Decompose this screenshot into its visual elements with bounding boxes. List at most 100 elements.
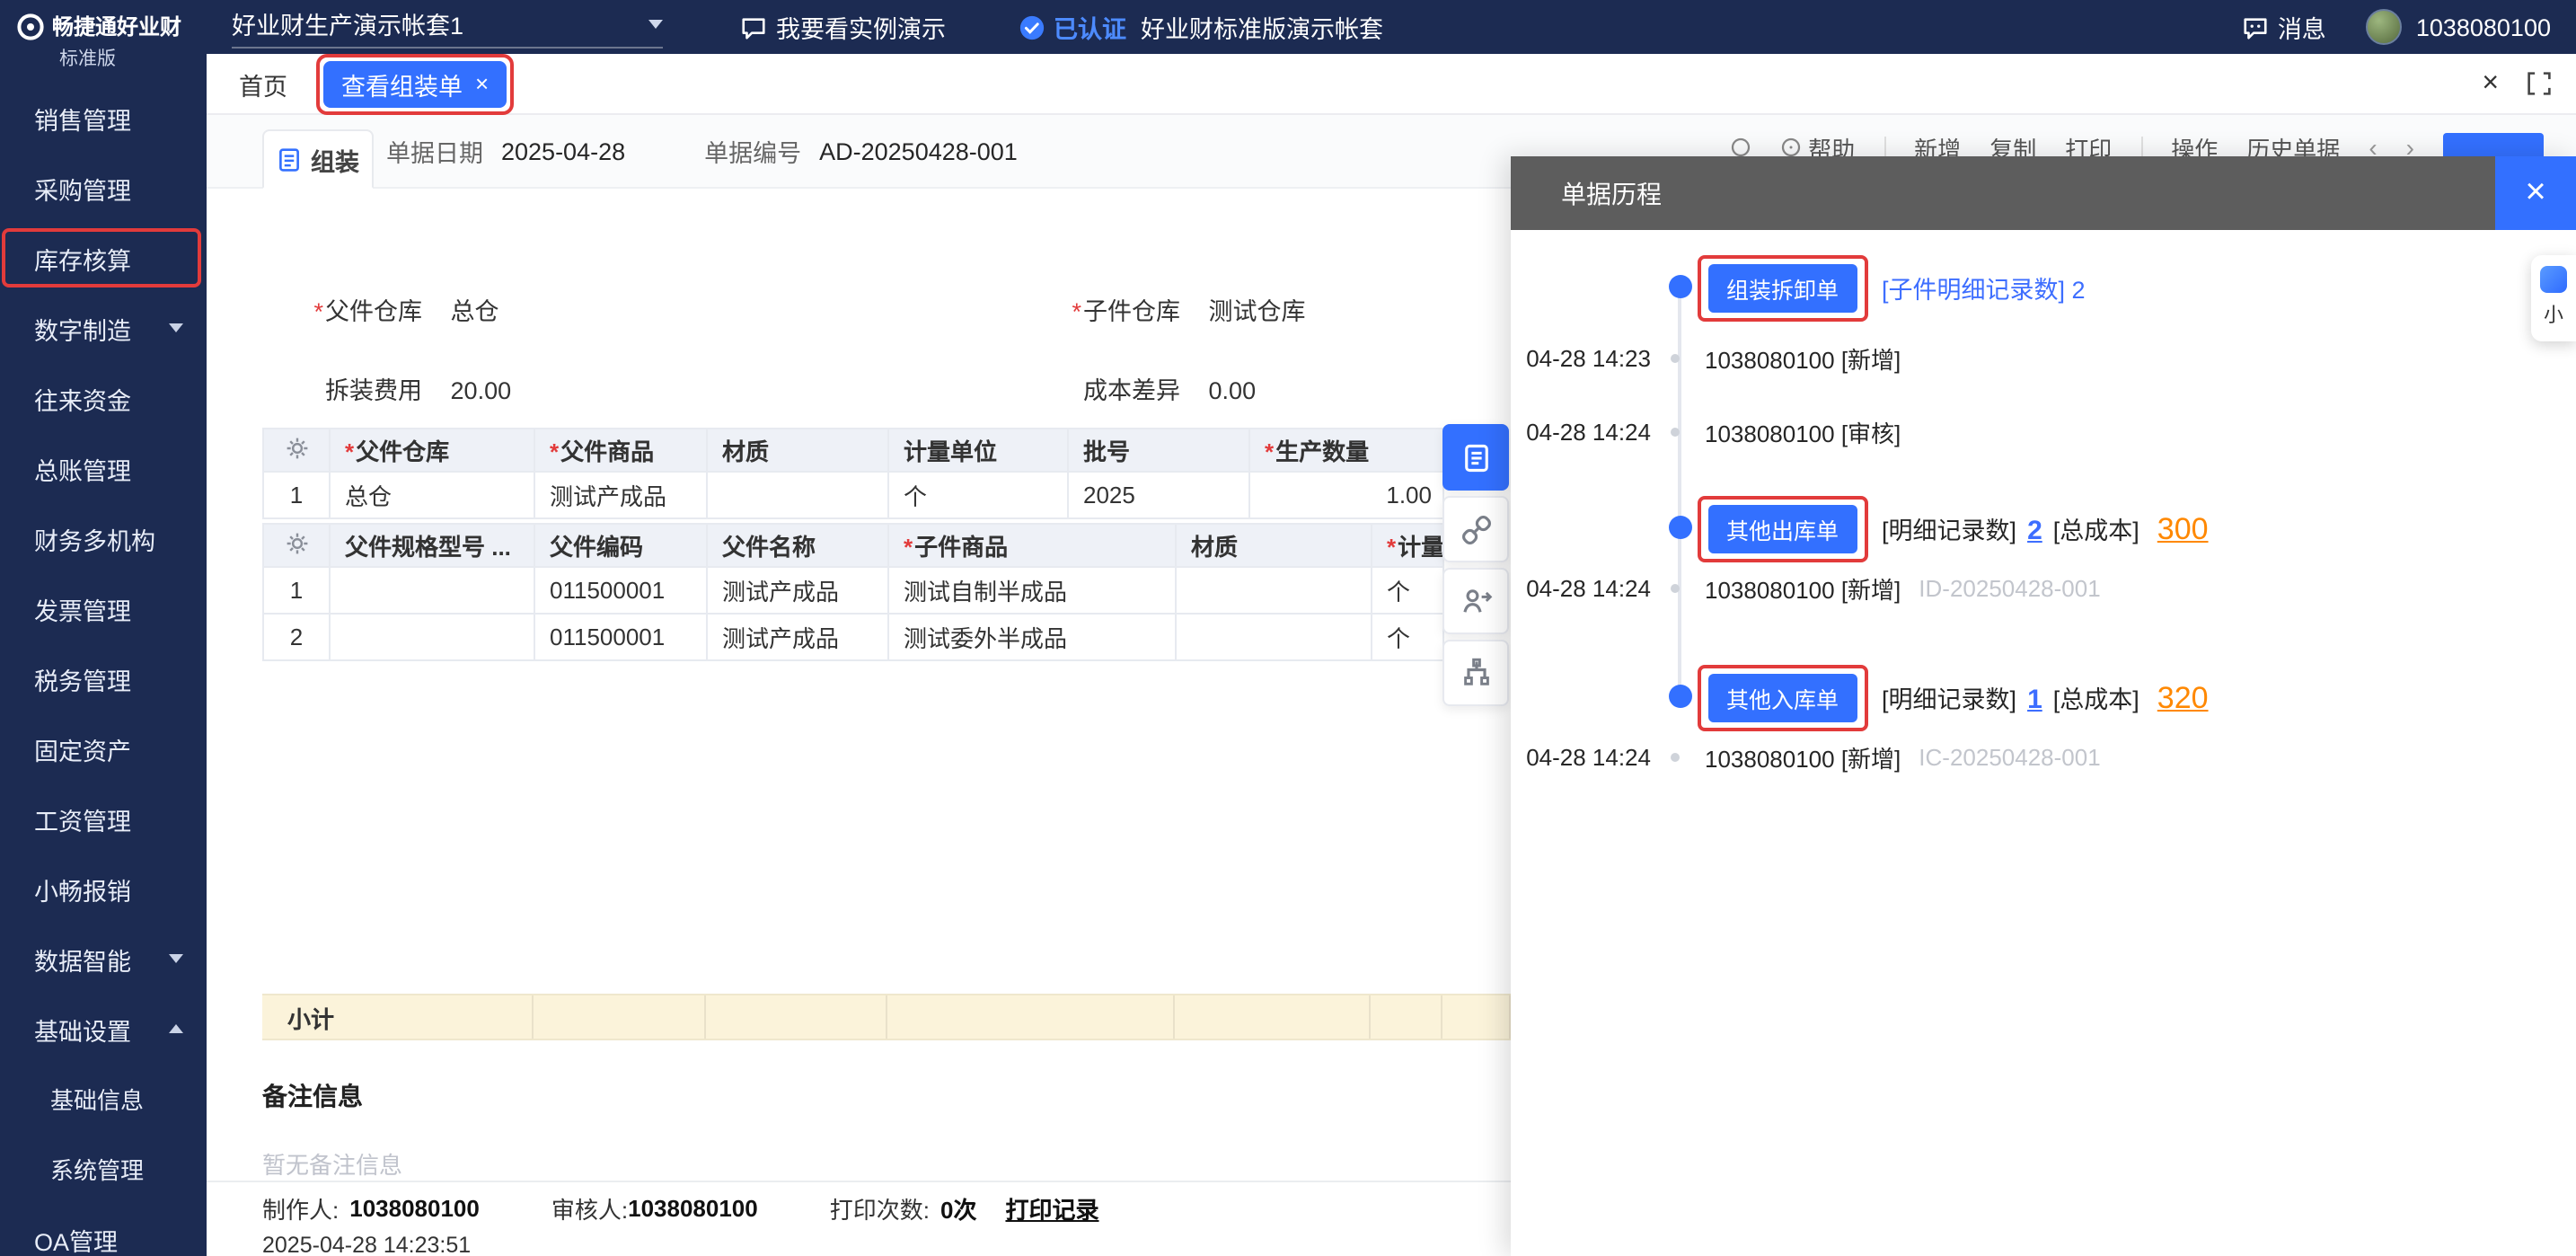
timeline-dot xyxy=(1669,516,1692,539)
sidebar-item-invoice[interactable]: 发票管理 xyxy=(0,573,207,643)
disassembly-fee-field[interactable]: 拆装费用 20.00 xyxy=(293,370,511,406)
other-inbound-order-badge[interactable]: 其他入库单 xyxy=(1708,673,1857,721)
doc-date-label: 单据日期 xyxy=(386,133,483,169)
related-doc-no: ID-20250428-001 xyxy=(1919,574,2100,601)
panel-close-button[interactable]: × xyxy=(2495,156,2576,230)
table-row[interactable]: 1 011500001 测试产成品 测试自制半成品 个 xyxy=(263,567,1443,614)
child-warehouse-field[interactable]: *子件仓库 测试仓库 xyxy=(1051,291,1306,327)
column-header-parent-item: *父件商品 xyxy=(534,429,707,472)
link-icon[interactable] xyxy=(1442,496,1509,562)
sidebar-item-current-funds[interactable]: 往来资金 xyxy=(0,363,207,433)
sidebar-item-purchase[interactable]: 采购管理 xyxy=(0,153,207,223)
child-warehouse-value: 测试仓库 xyxy=(1209,298,1306,325)
doc-date-value: 2025-04-28 xyxy=(501,137,625,164)
cost-diff-value: 0.00 xyxy=(1209,377,1257,404)
sidebar-item-sales[interactable]: 销售管理 xyxy=(0,83,207,153)
history-entry-assembly: 组装拆卸单 [子件明细记录数] 2 xyxy=(1708,266,2086,309)
document-icon xyxy=(277,146,302,172)
sidebar-item-inventory-accounting[interactable]: 库存核算 xyxy=(0,223,207,293)
column-header-material: 材质 xyxy=(707,429,888,472)
message-icon xyxy=(2242,13,2269,40)
table-row[interactable]: 2 011500001 测试产成品 测试委外半成品 个 xyxy=(263,614,1443,660)
chevron-down-icon xyxy=(169,954,183,963)
sidebar-item-basic-info[interactable]: 基础信息 xyxy=(0,1064,207,1134)
required-asterisk: * xyxy=(313,298,323,325)
detail-count-link[interactable]: 2 xyxy=(2027,515,2042,545)
fullscreen-icon[interactable] xyxy=(2527,72,2551,95)
sidebar-item-oa[interactable]: OA管理 xyxy=(0,1204,207,1256)
parent-item-table: *父件仓库 *父件商品 材质 计量单位 批号 *生产数量 1 总仓 测试产成品 … xyxy=(262,428,1444,519)
total-cost-link[interactable]: 320 xyxy=(2157,680,2209,716)
close-all-tabs-icon[interactable]: × xyxy=(2482,67,2499,100)
timeline-dot xyxy=(1669,275,1692,298)
tab-close-icon[interactable]: × xyxy=(475,72,489,95)
column-header-batch: 批号 xyxy=(1068,429,1249,472)
column-header-child-item: *子件商品 xyxy=(888,524,1176,567)
chevron-down-icon xyxy=(169,323,183,332)
child-detail-count-link[interactable]: [子件明细记录数] 2 xyxy=(1882,270,2086,305)
tab-home[interactable]: 首页 xyxy=(239,66,287,102)
log-dot-icon xyxy=(1671,752,1680,761)
sidebar-item-expense[interactable]: 小畅报销 xyxy=(0,854,207,924)
history-log: 04-28 14:23 1038080100 [新增] xyxy=(1511,343,2576,372)
print-log-link[interactable]: 打印记录 xyxy=(1005,1191,1098,1225)
speech-bubble-icon xyxy=(740,13,767,40)
topbar: 好业财生产演示帐套1 我要看实例演示 已认证 好业财标准版演示帐套 消息 xyxy=(207,0,2576,54)
flow-icon[interactable] xyxy=(1442,640,1509,706)
sidebar-item-fixed-assets[interactable]: 固定资产 xyxy=(0,713,207,783)
print-count-value: 0次 xyxy=(940,1191,976,1225)
maker-label: 制作人: xyxy=(262,1191,339,1225)
sidebar-item-payroll[interactable]: 工资管理 xyxy=(0,783,207,854)
detail-count-link[interactable]: 1 xyxy=(2027,684,2042,714)
doc-history-icon[interactable] xyxy=(1442,424,1509,491)
brand-logo-icon xyxy=(16,12,45,40)
assistant-widget[interactable]: 小 xyxy=(2531,255,2576,341)
required-asterisk: * xyxy=(1072,298,1081,325)
column-header-production-qty: *生产数量 xyxy=(1249,429,1443,472)
tab-assembly[interactable]: 组装 xyxy=(262,129,374,189)
sidebar-item-digital-manufacturing[interactable]: 数字制造 xyxy=(0,293,207,363)
chevron-down-icon xyxy=(648,19,663,28)
related-doc-no: IC-20250428-001 xyxy=(1919,743,2100,770)
account-set-dropdown[interactable]: 好业财生产演示帐套1 xyxy=(232,5,663,49)
sidebar-item-tax[interactable]: 税务管理 xyxy=(0,643,207,713)
logo-block: 畅捷通好业财 标准版 xyxy=(0,0,207,75)
table-row[interactable]: 1 总仓 测试产成品 个 2025 1.00 xyxy=(263,472,1443,518)
sidebar-item-finance-multi-org[interactable]: 财务多机构 xyxy=(0,503,207,573)
history-entry-outbound: 其他出库单 [明细记录数] 2 [总成本] 300 xyxy=(1708,507,2209,550)
table-header-row: 父件规格型号 ... 父件编码 父件名称 *子件商品 材质 *计量 xyxy=(263,524,1443,567)
column-settings-gear-icon[interactable] xyxy=(263,524,330,567)
certified-icon xyxy=(1018,13,1045,40)
sidebar-item-basic-settings[interactable]: 基础设置 xyxy=(0,994,207,1064)
subtotal-row: 小计 xyxy=(262,994,1511,1040)
brand-edition: 标准版 xyxy=(59,45,192,72)
doc-history-panel: 单据历程 × 组装拆卸单 [子件明细记录数] 2 04-28 14:23 103… xyxy=(1511,156,2576,1256)
panel-body: 组装拆卸单 [子件明细记录数] 2 04-28 14:23 1038080100… xyxy=(1511,230,2576,1256)
parent-warehouse-field[interactable]: *父件仓库 总仓 xyxy=(293,291,499,327)
avatar[interactable] xyxy=(2366,9,2402,45)
assembly-order-badge[interactable]: 组装拆卸单 xyxy=(1708,263,1857,312)
column-header-unit: *计量 xyxy=(1372,524,1443,567)
subtotal-label: 小计 xyxy=(262,995,534,1039)
app-window: 畅捷通好业财 标准版 销售管理 采购管理 库存核算 数字制造 往来资金 总账管理… xyxy=(0,0,2576,1256)
log-dot-icon xyxy=(1671,583,1680,592)
disassembly-fee-value: 20.00 xyxy=(451,377,512,404)
column-settings-gear-icon[interactable] xyxy=(263,429,330,472)
timeline-dot xyxy=(1669,685,1692,708)
sidebar-item-general-ledger[interactable]: 总账管理 xyxy=(0,433,207,503)
relation-icon[interactable] xyxy=(1442,568,1509,634)
cost-diff-field[interactable]: 成本差异 0.00 xyxy=(1051,370,1256,406)
sidebar-item-system-management[interactable]: 系统管理 xyxy=(0,1134,207,1204)
toolbar-extra-icon[interactable] xyxy=(1729,137,1751,158)
sidebar-item-data-intelligence[interactable]: 数据智能 xyxy=(0,924,207,994)
column-header-parent-spec: 父件规格型号 ... xyxy=(330,524,534,567)
messages-button[interactable]: 消息 xyxy=(2242,9,2326,45)
total-cost-link[interactable]: 300 xyxy=(2157,511,2209,547)
other-outbound-order-badge[interactable]: 其他出库单 xyxy=(1708,504,1857,553)
user-id[interactable]: 1038080100 xyxy=(2416,13,2551,40)
column-header-material: 材质 xyxy=(1176,524,1372,567)
auditor-value: 1038080100 xyxy=(628,1195,758,1222)
tab-view-assembly-order[interactable]: 查看组装单 × xyxy=(323,60,507,107)
remarks-title: 备注信息 xyxy=(262,1078,363,1114)
demo-link[interactable]: 我要看实例演示 xyxy=(740,9,946,45)
